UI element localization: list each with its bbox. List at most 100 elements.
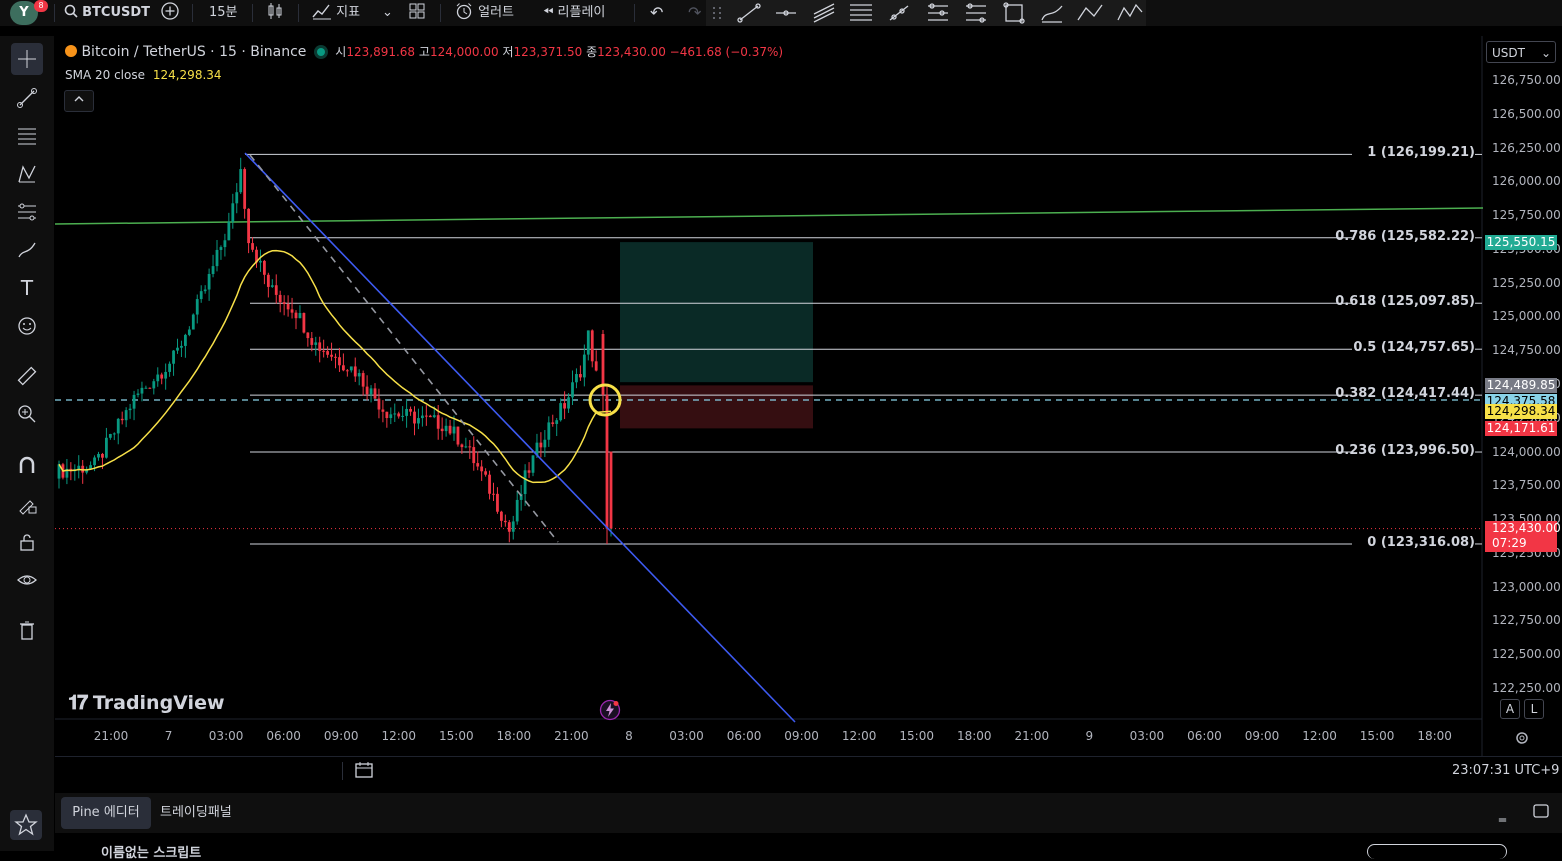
candle-body	[503, 520, 507, 523]
candle-body	[373, 388, 377, 399]
candle-body	[239, 169, 243, 193]
candle-body	[263, 260, 266, 275]
lock-icon[interactable]	[11, 526, 43, 558]
price-change: −461.68 (−0.37%)	[669, 45, 784, 59]
alert-button[interactable]: 얼러트	[454, 0, 514, 26]
crosshair-icon[interactable]	[11, 43, 43, 75]
redo-icon[interactable]: ↷	[688, 0, 701, 26]
maximize-panel-icon[interactable]	[1532, 803, 1550, 823]
clock-timezone[interactable]: 23:07:31 UTC+9	[1452, 763, 1559, 778]
interval-button[interactable]: 15분	[209, 0, 238, 26]
last-price-value: 123,430.00	[1492, 520, 1561, 535]
magnet-icon[interactable]	[11, 450, 43, 482]
candle-body	[586, 330, 590, 355]
trend-line-tool-icon[interactable]	[11, 82, 43, 114]
currency-select[interactable]: USDT ⌄	[1486, 41, 1556, 63]
script-name[interactable]: 이름없는 스크립트	[101, 842, 201, 861]
flash-icon[interactable]	[599, 699, 621, 725]
sma-legend[interactable]: SMA 20 close 124,298.34	[65, 68, 222, 82]
time-tick-label: 18:00	[1417, 729, 1452, 743]
fib-level-label: 0.382 (124,417.44)	[1335, 386, 1475, 402]
star-icon	[14, 813, 38, 836]
candle-body	[342, 365, 345, 371]
indicators-label: 지표	[336, 5, 361, 20]
trash-icon[interactable]	[11, 614, 43, 646]
candle-body	[405, 408, 408, 416]
drawing-tools-icons	[713, 2, 1143, 24]
favorite-drawing-tools	[706, 0, 1146, 26]
settings-gear-icon[interactable]	[1513, 729, 1531, 751]
stop-zone-box[interactable]	[620, 385, 813, 429]
candle-body	[476, 463, 480, 467]
ruler-icon[interactable]	[11, 360, 43, 392]
horizontal-ray-icon[interactable]	[776, 10, 796, 16]
currency-value: USDT	[1492, 46, 1525, 60]
candle-body	[507, 522, 511, 532]
text-tool-icon[interactable]: T	[11, 272, 43, 304]
brush-tool-icon[interactable]	[11, 234, 43, 266]
candle-body	[231, 203, 235, 222]
layout-button[interactable]	[408, 0, 426, 26]
candle-body	[294, 312, 298, 319]
candles-icon	[268, 3, 282, 19]
projection-tool-icon[interactable]	[11, 196, 43, 228]
target-zone-box[interactable]	[620, 242, 813, 383]
indicators-button[interactable]: 지표	[312, 0, 360, 26]
candle-body	[298, 313, 302, 319]
chevron-down-icon[interactable]: ⌄	[382, 0, 393, 26]
fib-level-label: 0.618 (125,097.85)	[1335, 294, 1475, 310]
abcd-pattern-icon[interactable]	[1077, 4, 1103, 21]
legend-title[interactable]: Bitcoin / TetherUS · 15 · Binance	[81, 44, 306, 60]
price-tick-label: 126,250.00	[1492, 140, 1561, 155]
symbol-search-button[interactable]: BTCUSDT	[64, 0, 150, 26]
support-trendline[interactable]	[54, 207, 1484, 225]
price-tick-label: 126,500.00	[1492, 106, 1561, 121]
zoom-in-icon[interactable]	[11, 398, 43, 430]
candle-body	[409, 408, 412, 412]
candle-body	[302, 313, 306, 333]
candle-body	[575, 374, 578, 383]
descending-trendline[interactable]	[244, 152, 796, 723]
compare-symbol-button[interactable]	[160, 0, 180, 26]
candle-body	[571, 382, 574, 398]
time-tick-label: 09:00	[1244, 729, 1280, 743]
collapse-legend-button[interactable]	[64, 90, 94, 112]
dashed-trendline[interactable]	[249, 154, 559, 543]
bottom-panel-tabs	[55, 793, 1562, 833]
fib-retracement-icon[interactable]	[850, 4, 872, 21]
replay-label: 리플레이	[557, 5, 606, 20]
lock-drawing-icon[interactable]	[11, 488, 43, 520]
rectangle-icon[interactable]	[1003, 2, 1025, 24]
fib-tool-icon[interactable]	[11, 120, 43, 152]
pitchfork-icon[interactable]	[928, 3, 948, 21]
minimize-panel-icon[interactable]: ‗	[1499, 806, 1506, 822]
info-line-icon[interactable]	[966, 3, 986, 23]
chart-type-button[interactable]	[266, 0, 284, 26]
tab-pine-editor[interactable]: Pine 에디터	[61, 797, 151, 829]
price-axis-badge: 125,550.15	[1485, 235, 1557, 251]
price-tick-label: 123,750.00	[1492, 478, 1561, 493]
candle-body	[353, 366, 357, 377]
watchlist-star-button[interactable]	[10, 810, 42, 840]
candle-body	[259, 260, 262, 263]
candle-body	[93, 457, 96, 466]
pattern-tool-icon[interactable]	[11, 158, 43, 190]
log-scale-button[interactable]: L	[1524, 699, 1544, 719]
brush-icon[interactable]	[1041, 5, 1063, 23]
script-action-button[interactable]	[1367, 844, 1507, 859]
time-tick-label: 03:00	[1129, 729, 1165, 743]
ray-icon[interactable]	[889, 5, 909, 21]
tab-trading-panel[interactable]: 트레이딩패널	[160, 797, 232, 829]
eye-icon[interactable]	[11, 564, 43, 596]
undo-icon[interactable]: ↶	[650, 0, 663, 26]
emoji-tool-icon[interactable]	[11, 310, 43, 342]
drag-handle-icon[interactable]	[713, 7, 721, 19]
replay-button[interactable]: ⏪︎ 리플레이	[543, 0, 605, 26]
trend-line-icon[interactable]	[737, 3, 761, 23]
elliott-wave-icon[interactable]	[1117, 3, 1143, 21]
auto-scale-button[interactable]: A	[1500, 699, 1520, 719]
parallel-channel-icon[interactable]	[813, 3, 835, 23]
time-tick-label: 12:00	[841, 729, 877, 743]
calendar-goto-icon[interactable]	[354, 760, 376, 784]
search-icon	[64, 4, 78, 18]
